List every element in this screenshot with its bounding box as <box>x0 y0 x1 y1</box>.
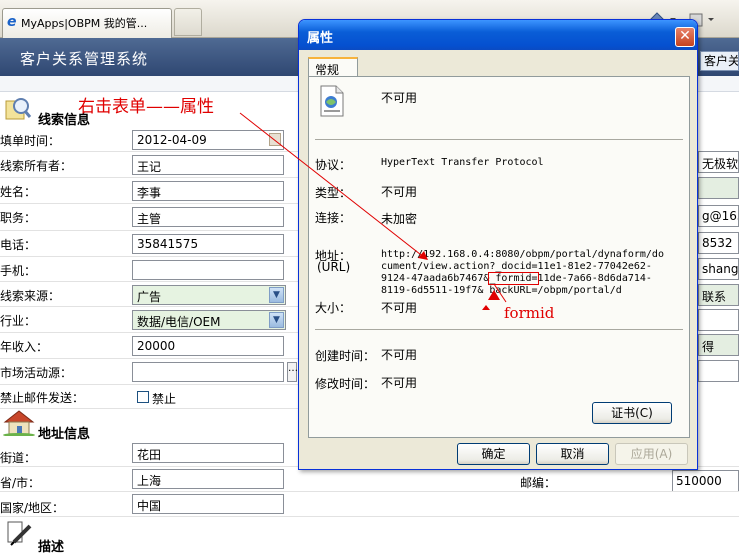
arrow-head <box>488 290 500 300</box>
annotation-arrows <box>239 112 507 310</box>
marker-triangle <box>482 305 490 310</box>
arrow-line <box>239 112 426 259</box>
arrow-head <box>418 251 428 260</box>
